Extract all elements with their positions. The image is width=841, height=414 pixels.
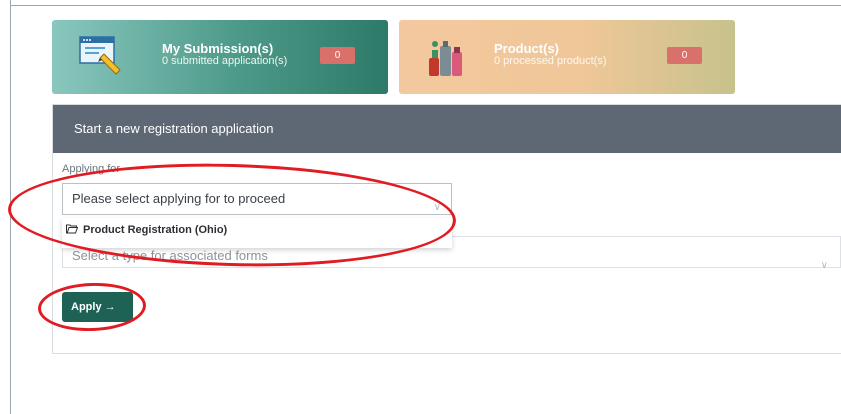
submissions-subtitle: 0 submitted application(s) <box>162 55 288 67</box>
products-card[interactable]: Product(s) 0 processed product(s) 0 <box>399 20 735 94</box>
folder-open-icon <box>66 224 78 234</box>
type-select-placeholder: Select a type for associated forms <box>72 248 268 263</box>
submissions-card[interactable]: My Submission(s) 0 submitted application… <box>52 20 388 94</box>
applying-for-placeholder: Please select applying for to proceed <box>72 191 286 206</box>
dropdown-option-product-registration[interactable]: Product Registration (Ohio) <box>66 224 227 236</box>
applying-for-select[interactable]: Please select applying for to proceed ∨ <box>62 183 452 215</box>
panel-header: Start a new registration application <box>53 105 841 153</box>
submissions-count-badge: 0 <box>320 47 355 64</box>
frame-top-border <box>10 5 841 6</box>
products-count-badge: 0 <box>667 47 702 64</box>
products-title: Product(s) <box>494 41 559 56</box>
chevron-down-icon: ∨ <box>820 260 828 271</box>
products-icon <box>429 41 462 76</box>
apply-button-label: Apply <box>71 301 102 313</box>
applying-for-label: Applying for <box>62 163 121 175</box>
frame-left-border <box>10 0 11 414</box>
submissions-title: My Submission(s) <box>162 41 274 56</box>
applying-for-dropdown: Product Registration (Ohio) <box>62 218 452 248</box>
dropdown-option-label: Product Registration (Ohio) <box>83 224 228 236</box>
arrow-right-icon: → <box>104 301 116 313</box>
apply-button[interactable]: Apply → <box>62 292 133 322</box>
products-subtitle: 0 processed product(s) <box>494 55 607 67</box>
browser-edit-icon <box>79 36 121 75</box>
